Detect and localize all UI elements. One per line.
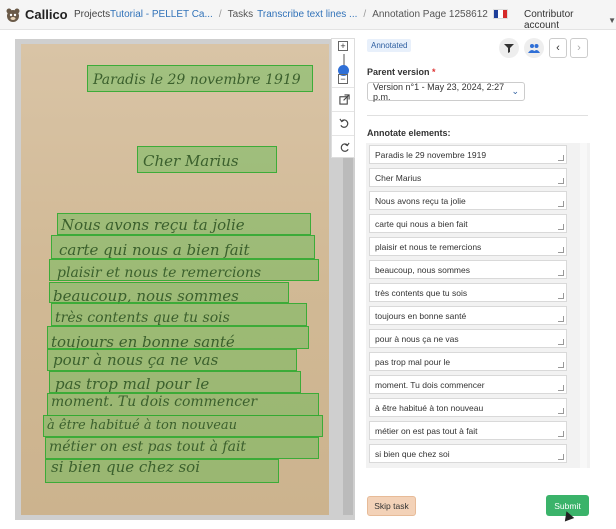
users-icon	[528, 44, 540, 53]
line-annotation-box[interactable]	[47, 349, 297, 371]
document-image[interactable]: Paradis le 29 novembre 1919 Cher Marius …	[21, 44, 329, 515]
element-text-field[interactable]: Cher Marius	[369, 168, 567, 187]
line-annotation-box[interactable]	[87, 65, 313, 92]
element-text-field[interactable]: pas trop mal pour le	[369, 352, 567, 371]
filter-icon	[504, 44, 514, 53]
breadcrumb-process[interactable]: Transcribe text lines ...	[257, 9, 357, 20]
breadcrumb-tasks: Tasks	[227, 9, 254, 20]
chevron-left-icon: ‹	[556, 42, 560, 54]
zoom-out-icon[interactable]: −	[338, 74, 348, 84]
breadcrumb-separator: /	[363, 9, 367, 20]
elements-scrollbar[interactable]	[580, 143, 587, 468]
french-flag-icon[interactable]	[493, 9, 508, 19]
line-annotation-box[interactable]	[43, 415, 323, 437]
line-annotation-box[interactable]	[49, 282, 289, 303]
account-label: Contributor account	[524, 9, 574, 31]
undo-icon[interactable]	[336, 115, 352, 131]
line-annotation-box[interactable]	[57, 213, 311, 235]
divider	[367, 115, 588, 116]
element-text-field[interactable]: Paradis le 29 novembre 1919	[369, 145, 567, 164]
breadcrumb-current-page: Annotation Page 1258612	[372, 9, 488, 20]
line-annotation-box[interactable]	[51, 235, 315, 259]
redo-icon[interactable]	[336, 139, 352, 155]
chevron-right-icon: ›	[577, 42, 581, 54]
element-text-field[interactable]: très contents que tu sois	[369, 283, 567, 302]
parent-version-value: Version n°1 - May 23, 2024, 2:27 p.m.	[373, 81, 505, 102]
element-text-field[interactable]: beaucoup, nous sommes	[369, 260, 567, 279]
image-toolbar: + −	[331, 38, 355, 158]
skip-task-button[interactable]: Skip task	[367, 496, 416, 516]
required-mark: *	[432, 67, 436, 77]
element-text-field[interactable]: si bien que chez soi	[369, 444, 567, 463]
callico-logo-icon	[6, 8, 20, 22]
line-annotation-box[interactable]	[49, 259, 319, 281]
line-annotation-box[interactable]	[49, 371, 301, 393]
annotate-elements-label: Annotate elements:	[367, 128, 451, 138]
nav-projects-link[interactable]: Projects	[74, 9, 110, 20]
breadcrumb: Tutorial - PELLET Ca... / Tasks Transcri…	[110, 9, 488, 20]
element-text-field[interactable]: toujours en bonne santé	[369, 306, 567, 325]
line-annotation-box[interactable]	[45, 459, 279, 483]
element-text-field[interactable]: Nous avons reçu ta jolie	[369, 191, 567, 210]
line-annotation-box[interactable]	[47, 393, 319, 416]
line-annotation-box[interactable]	[47, 326, 309, 349]
users-button[interactable]	[524, 38, 544, 58]
parent-version-select[interactable]: Version n°1 - May 23, 2024, 2:27 p.m. ⌄	[367, 81, 525, 102]
external-link-icon[interactable]	[336, 91, 352, 107]
element-text-field[interactable]: moment. Tu dois commencer	[369, 375, 567, 394]
previous-button[interactable]: ‹	[549, 38, 567, 58]
filter-button[interactable]	[499, 38, 519, 58]
toolbar-divider	[332, 111, 354, 112]
toolbar-divider	[332, 87, 354, 88]
line-annotation-box[interactable]	[137, 146, 277, 173]
element-text-field[interactable]: métier on est pas tout à fait	[369, 421, 567, 440]
element-text-field[interactable]: carte qui nous a bien fait	[369, 214, 567, 233]
element-text-field[interactable]: plaisir et nous te remercions	[369, 237, 567, 256]
element-text-field[interactable]: à être habitué à ton nouveau	[369, 398, 567, 417]
account-menu[interactable]: Contributor account ▼	[524, 9, 616, 31]
line-annotation-box[interactable]	[45, 437, 319, 459]
top-navbar: Callico Projects Tutorial - PELLET Ca...…	[0, 0, 616, 31]
breadcrumb-project[interactable]: Tutorial - PELLET Ca...	[110, 9, 213, 20]
brand[interactable]: Callico	[5, 7, 68, 23]
chevron-down-icon: ⌄	[511, 86, 519, 96]
breadcrumb-separator: /	[218, 9, 222, 20]
elements-list: Paradis le 29 novembre 1919 Cher Marius …	[366, 143, 590, 468]
zoom-in-icon[interactable]: +	[338, 41, 348, 51]
line-annotation-box[interactable]	[51, 303, 307, 326]
chevron-down-icon: ▼	[608, 15, 616, 25]
parent-version-label: Parent version *	[367, 67, 436, 77]
next-button[interactable]: ›	[570, 38, 588, 58]
element-text-field[interactable]: pour à nous ça ne vas	[369, 329, 567, 348]
brand-name: Callico	[25, 7, 68, 22]
status-badge: Annotated	[367, 39, 412, 52]
toolbar-divider	[332, 135, 354, 136]
